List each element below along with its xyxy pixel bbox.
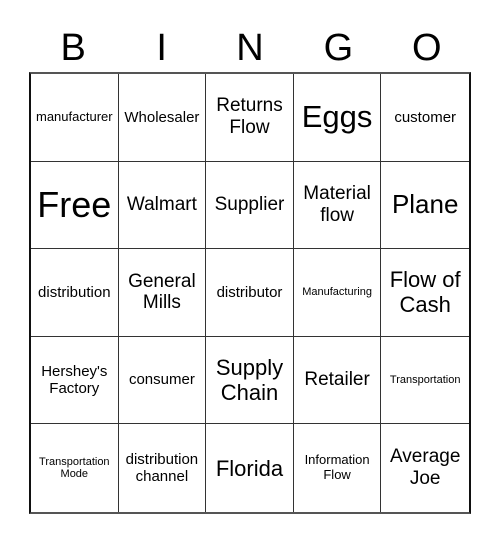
bingo-cell[interactable]: Returns Flow xyxy=(206,74,294,162)
header-letter-b: B xyxy=(60,27,86,69)
bingo-cell[interactable]: General Mills xyxy=(118,249,207,337)
header-letter-n: N xyxy=(236,27,264,69)
header-letter-g: G xyxy=(323,27,354,69)
bingo-cell[interactable]: Flow of Cash xyxy=(381,249,469,337)
bingo-cell[interactable]: Eggs xyxy=(293,74,382,162)
bingo-cell[interactable]: Walmart xyxy=(118,161,207,250)
bingo-cell[interactable]: manufacturer xyxy=(31,74,119,162)
bingo-cell[interactable]: Transportation xyxy=(381,337,469,425)
bingo-cell[interactable]: Retailer xyxy=(293,336,382,425)
bingo-cell[interactable]: Material flow xyxy=(293,161,382,250)
bingo-board: manufacturer Wholesaler Returns Flow Egg… xyxy=(29,72,471,514)
bingo-cell[interactable]: Plane xyxy=(381,162,469,250)
header-letter-o: O xyxy=(412,27,442,69)
bingo-cell[interactable]: Supply Chain xyxy=(206,336,294,425)
bingo-cell[interactable]: distribution xyxy=(31,249,119,337)
bingo-cell[interactable]: Hershey's Factory xyxy=(31,336,119,425)
bingo-cell[interactable]: Supplier xyxy=(206,161,294,250)
bingo-cell[interactable]: Average Joe xyxy=(381,424,469,512)
bingo-cell[interactable]: Manufacturing xyxy=(293,249,382,337)
header-letter-i: I xyxy=(156,27,167,69)
bingo-cell[interactable]: Information Flow xyxy=(294,424,382,512)
bingo-cell[interactable]: consumer xyxy=(118,336,207,425)
bingo-header: B I N G O xyxy=(29,26,471,70)
bingo-cell[interactable]: distribution channel xyxy=(119,424,207,512)
bingo-cell[interactable]: Transportation Mode xyxy=(31,424,119,512)
bingo-cell[interactable]: Wholesaler xyxy=(118,74,207,162)
bingo-cell[interactable]: customer xyxy=(381,74,469,162)
bingo-free-cell[interactable]: Free xyxy=(31,161,119,250)
bingo-cell[interactable]: distributor xyxy=(206,249,294,337)
bingo-cell[interactable]: Florida xyxy=(206,424,294,512)
